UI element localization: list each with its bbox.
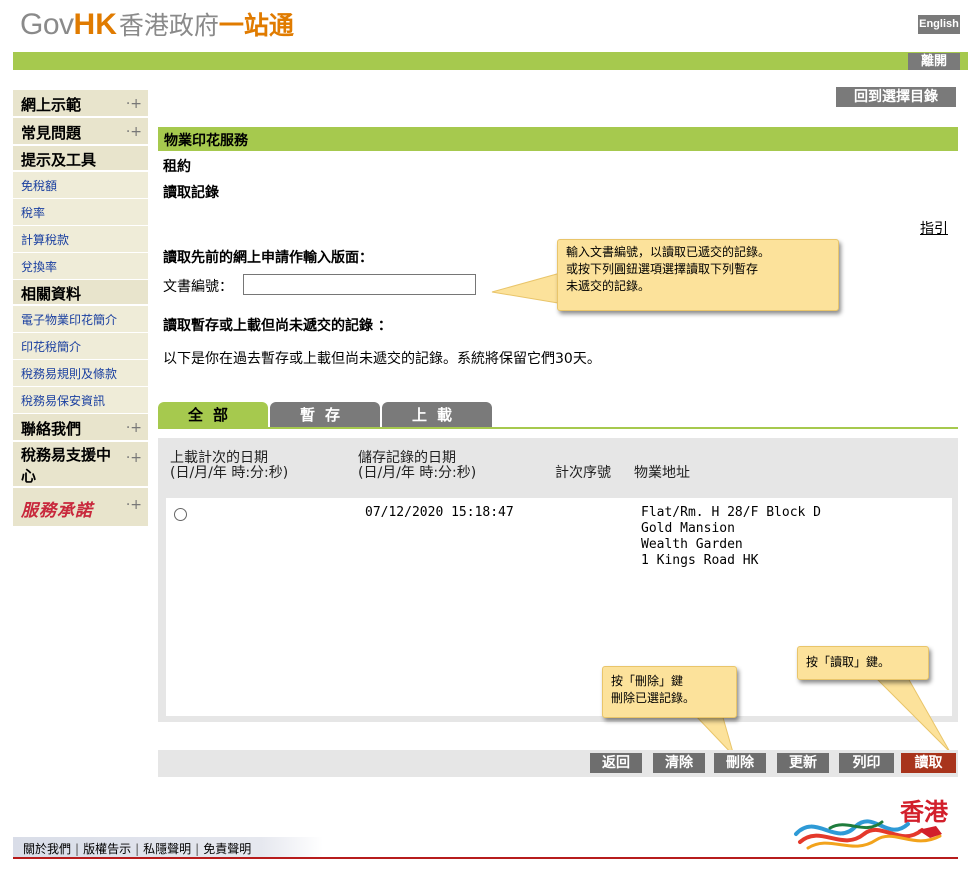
footer-separator: | xyxy=(135,842,140,856)
sidebar-item-exchange-rates[interactable]: 兌換率 xyxy=(13,253,148,280)
logo-zh-text: 香港政府 xyxy=(118,11,219,40)
section-title: 物業印花服務 xyxy=(158,127,958,151)
clear-button[interactable]: 清除 xyxy=(653,753,705,773)
back-to-menu-button[interactable]: 回到選擇目錄 xyxy=(836,87,956,107)
header-green-bar xyxy=(13,52,968,70)
tooltip-line: 刪除已選記錄。 xyxy=(611,691,696,705)
back-button[interactable]: 返回 xyxy=(590,753,642,773)
sidebar-heading-related: 相關資料 xyxy=(13,280,148,306)
info-text: 以下是你在過去暫存或上載但尚未遞交的記錄。系統將保留它們30天。 xyxy=(163,351,601,367)
sidebar-item-label: 聯絡我們 xyxy=(21,420,82,438)
record-save-date: 07/12/2020 15:18:47 xyxy=(365,505,514,520)
refresh-button[interactable]: 更新 xyxy=(777,753,829,773)
sidebar-item-tax-rates[interactable]: 稅率 xyxy=(13,199,148,226)
tooltip-line: 未遞交的記錄。 xyxy=(566,279,651,293)
sidebar-item-label: 常見問題 xyxy=(21,124,82,142)
expand-plus-icon: ·+ xyxy=(125,420,142,436)
address-line: Flat/Rm. H 28/F Block D xyxy=(641,505,822,520)
page-title: 讀取記錄 xyxy=(163,185,219,201)
leave-button[interactable]: 離開 xyxy=(908,53,960,70)
records-list xyxy=(166,498,952,716)
sidebar-item-allowances[interactable]: 免稅額 xyxy=(13,172,148,199)
english-button[interactable]: English xyxy=(918,15,960,34)
col-header-upload-date: 上載計次的日期 (日/月/年 時:分:秒) xyxy=(170,451,288,481)
sidebar: 網上示範 ·+ 常見問題 ·+ 提示及工具 免稅額 稅率 計算稅款 兌換率 相關… xyxy=(13,90,148,526)
tooltip-delete-hint: 按「刪除」鍵 刪除已選記錄。 xyxy=(602,666,737,718)
doc-no-input[interactable] xyxy=(243,274,476,295)
record-address: Flat/Rm. H 28/F Block D Gold Mansion Wea… xyxy=(641,505,821,569)
sidebar-item-e-stamping-intro[interactable]: 電子物業印花簡介 xyxy=(13,306,148,333)
record-radio-button[interactable] xyxy=(174,508,187,521)
subtitle-lease: 租約 xyxy=(163,159,191,175)
address-line: Gold Mansion xyxy=(641,521,735,536)
col-header-seq: 計次序號 xyxy=(555,465,611,481)
sidebar-item-label: 網上示範 xyxy=(21,96,82,114)
hong-kong-dragon-logo-icon xyxy=(794,819,942,850)
sidebar-item-label: 稅務易支援中心 xyxy=(21,446,112,485)
sidebar-item-etax-terms[interactable]: 稅務易規則及條款 xyxy=(13,360,148,387)
col-header-address: 物業地址 xyxy=(634,465,690,481)
read-button[interactable]: 讀取 xyxy=(901,753,956,773)
sidebar-item-etax-security[interactable]: 稅務易保安資訊 xyxy=(13,387,148,414)
col-header-line: (日/月/年 時:分:秒) xyxy=(170,465,289,481)
print-button[interactable]: 列印 xyxy=(839,753,894,773)
footer-link-privacy[interactable]: 私隱聲明 xyxy=(143,842,191,856)
retrieve-heading: 讀取先前的網上申請作輸入版面： xyxy=(163,250,373,266)
footer-red-line xyxy=(13,857,958,859)
expand-plus-icon: ·+ xyxy=(125,96,142,112)
sidebar-item-online-demo[interactable]: 網上示範 ·+ xyxy=(13,90,148,118)
col-header-save-date: 儲存記錄的日期 (日/月/年 時:分:秒) xyxy=(358,451,476,481)
expand-plus-icon: ·+ xyxy=(125,124,142,140)
footer-separator: | xyxy=(195,842,200,856)
doc-no-label: 文書編號： xyxy=(163,279,233,295)
col-header-line: 儲存記錄的日期 xyxy=(358,450,456,466)
col-header-line: 上載計次的日期 xyxy=(170,450,268,466)
footer-link-about[interactable]: 關於我們 xyxy=(23,842,71,856)
sidebar-item-performance-pledge[interactable]: 服務承諾 ·+ xyxy=(13,488,148,526)
logo-hk-text: HK xyxy=(73,8,117,41)
address-line: Wealth Garden xyxy=(641,537,743,552)
tooltip-read-hint: 按「讀取」鍵。 xyxy=(797,646,929,680)
footer-link-disclaimer[interactable]: 免責聲明 xyxy=(203,842,251,856)
address-line: 1 Kings Road HK xyxy=(641,553,759,568)
performance-pledge-logo: 服務承諾 xyxy=(21,501,93,521)
footer-separator: | xyxy=(75,842,80,856)
sidebar-item-tax-calculator[interactable]: 計算稅款 xyxy=(13,226,148,253)
tab-saved[interactable]: 暫存 xyxy=(270,402,380,428)
tooltip-line: 按「刪除」鍵 xyxy=(611,674,684,688)
expand-plus-icon: ·+ xyxy=(125,450,142,466)
sidebar-heading-tools: 提示及工具 xyxy=(13,146,148,172)
delete-button[interactable]: 刪除 xyxy=(714,753,766,773)
col-header-line: (日/月/年 時:分:秒) xyxy=(358,465,477,481)
tab-uploaded[interactable]: 上載 xyxy=(382,402,492,428)
tooltip-pointer-input xyxy=(491,271,565,305)
logo-gov-text: Gov xyxy=(20,8,74,41)
sidebar-item-contact-us[interactable]: 聯絡我們 ·+ xyxy=(13,414,148,442)
expand-plus-icon: ·+ xyxy=(125,497,142,513)
sidebar-item-faq[interactable]: 常見問題 ·+ xyxy=(13,118,148,146)
pending-heading: 讀取暫存或上載但尚未遞交的記錄 ： xyxy=(163,318,392,334)
tab-underline xyxy=(158,427,958,429)
footer-link-copyright[interactable]: 版權告示 xyxy=(83,842,131,856)
footer-links: 關於我們 | 版權告示 | 私隱聲明 | 免責聲明 xyxy=(13,837,323,859)
sidebar-item-stamp-duty-intro[interactable]: 印花稅簡介 xyxy=(13,333,148,360)
guide-link[interactable]: 指引 xyxy=(920,218,948,238)
tab-all[interactable]: 全部 xyxy=(158,402,268,428)
tooltip-input-hint: 輸入文書編號，以讀取已遞交的記錄。 或按下列圓鈕選項選擇讀取下列暫存 未遞交的記… xyxy=(557,239,839,311)
govhk-logo[interactable]: Gov HK 香港政府 一站通 xyxy=(20,6,294,44)
tooltip-pointer-read xyxy=(874,677,951,753)
action-bar xyxy=(158,750,958,777)
sidebar-item-support-centre[interactable]: 稅務易支援中心 ·+ xyxy=(13,442,148,488)
tooltip-line: 或按下列圓鈕選項選擇讀取下列暫存 xyxy=(566,262,759,276)
tooltip-line: 輸入文書編號，以讀取已遞交的記錄。 xyxy=(566,245,771,259)
logo-zh2-text: 一站通 xyxy=(218,11,294,40)
